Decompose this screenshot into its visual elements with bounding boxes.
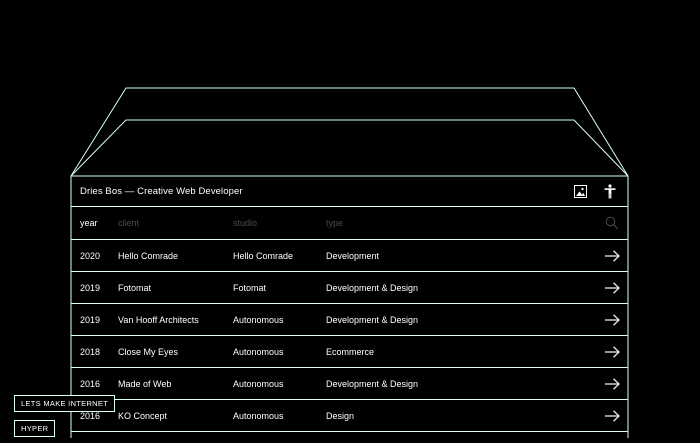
row-studio: Autonomous [233, 347, 284, 357]
row-year: 2020 [80, 251, 101, 261]
row-client: Van Hooff Architects [118, 315, 199, 325]
arrow-right-icon[interactable] [601, 336, 623, 368]
row-type: Development & Design [326, 379, 419, 389]
row-client: KO Concept [118, 411, 168, 421]
table-row[interactable]: 2019 Van Hooff Architects Autonomous Dev… [71, 304, 628, 336]
column-header-client[interactable]: client [118, 207, 139, 239]
search-icon[interactable] [601, 207, 623, 239]
row-studio: Autonomous [233, 379, 284, 389]
arrow-right-icon[interactable] [601, 272, 623, 304]
row-studio: Fotomat [233, 283, 267, 293]
row-year: 2019 [80, 315, 101, 325]
tagline-badge: LETS MAKE INTERNET [14, 395, 116, 412]
row-type: Development & Design [326, 315, 419, 325]
accessibility-icon[interactable] [602, 183, 618, 199]
row-studio: Hello Comrade [233, 251, 294, 261]
image-icon[interactable] [572, 183, 588, 199]
row-studio: Autonomous [233, 411, 284, 421]
table-row[interactable]: 2019 Fotomat Fotomat Development & Desig… [71, 272, 628, 304]
row-type: Development [326, 251, 380, 261]
tagline-badges: LETS MAKE INTERNET HYPER [14, 393, 116, 443]
arrow-right-icon[interactable] [601, 240, 623, 272]
arrow-right-icon[interactable] [601, 304, 623, 336]
column-header-studio[interactable]: studio [233, 207, 257, 239]
site-header: Dries Bos — Creative Web Developer [71, 176, 628, 206]
header-actions [572, 183, 628, 199]
row-type: Design [326, 411, 355, 421]
row-type: Ecommerce [326, 347, 375, 357]
column-header-year[interactable]: year [80, 207, 98, 239]
table-row[interactable]: 2016 Made of Web Autonomous Development … [71, 368, 628, 400]
row-year: 2019 [80, 283, 101, 293]
portfolio-page: Dries Bos — Creative Web Developer year … [0, 0, 700, 438]
project-list: 2020 Hello Comrade Hello Comrade Develop… [71, 240, 628, 432]
column-header-type[interactable]: type [326, 207, 343, 239]
site-title: Dries Bos — Creative Web Developer [80, 185, 243, 197]
row-type: Development & Design [326, 283, 419, 293]
row-year: 2018 [80, 347, 101, 357]
arrow-right-icon[interactable] [601, 368, 623, 400]
table-row[interactable]: 2018 Close My Eyes Autonomous Ecommerce [71, 336, 628, 368]
row-studio: Autonomous [233, 315, 284, 325]
table-row[interactable]: 2016 KO Concept Autonomous Design [71, 400, 628, 432]
row-client: Fotomat [118, 283, 152, 293]
hyper-badge[interactable]: HYPER [14, 420, 56, 437]
row-client: Close My Eyes [118, 347, 179, 357]
row-client: Hello Comrade [118, 251, 179, 261]
arrow-right-icon[interactable] [601, 400, 623, 432]
table-row[interactable]: 2020 Hello Comrade Hello Comrade Develop… [71, 240, 628, 272]
table-header: year client studio type [71, 207, 628, 239]
row-client: Made of Web [118, 379, 172, 389]
